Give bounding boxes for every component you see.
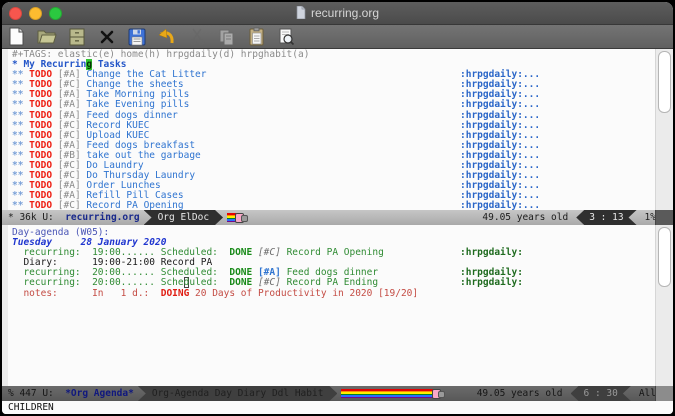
text-segment: Record PA Opening xyxy=(287,247,384,258)
titlebar[interactable]: recurring.org xyxy=(2,2,673,25)
new-file-icon[interactable] xyxy=(6,27,27,47)
modeline-agenda: % 447 U: *Org Agenda* Org-Agenda Day Dia… xyxy=(2,386,673,401)
modeline-status-2: % 447 U: xyxy=(2,388,65,399)
paste-icon[interactable] xyxy=(246,27,267,47)
save-icon[interactable] xyxy=(126,27,147,47)
agenda-buffer-window[interactable]: Day-agenda (W05):Tuesday 28 January 2020… xyxy=(2,225,673,386)
scrollbar-track-bottom[interactable] xyxy=(655,225,673,386)
text-segment: :hrpgdaily: xyxy=(460,248,523,258)
text-segment: DONE xyxy=(229,247,258,258)
text-segment: Record PA Opening xyxy=(86,200,183,210)
text-segment: :hrpgdaily: xyxy=(460,278,523,288)
close-buffer-icon[interactable] xyxy=(96,27,117,47)
scrollbar-thumb-top[interactable] xyxy=(658,51,671,113)
org-buffer-window[interactable]: #+TAGS: elastic(e) home(h) hrpgdaily(d) … xyxy=(2,49,673,210)
scrollbar-thumb-bottom[interactable] xyxy=(658,227,671,287)
search-icon[interactable] xyxy=(276,27,297,47)
modeline-status: * 36k U: xyxy=(2,212,65,223)
window-title: recurring.org xyxy=(311,6,379,20)
text-segment: [#C] xyxy=(258,247,287,258)
cut-icon[interactable] xyxy=(186,27,207,47)
modeline-position-2: 6 : 30 xyxy=(571,386,631,401)
modeline-position: 3 : 13 xyxy=(576,210,636,225)
modeline-buffer-name[interactable]: recurring.org xyxy=(65,212,139,223)
scrollbar-track-top[interactable] xyxy=(655,49,673,210)
modeline-modes[interactable]: Org ElDoc xyxy=(144,210,223,225)
dired-icon[interactable] xyxy=(66,27,87,47)
open-folder-icon[interactable] xyxy=(36,27,57,47)
buffer-line[interactable]: ** TODO [#C] Record PA Opening :hrpgdaily… xyxy=(8,201,651,210)
nyan-cat-icon-2 xyxy=(341,389,445,399)
toolbar xyxy=(2,25,673,49)
buffer-line[interactable]: notes: In 1 d.: DOING 20 Days of Product… xyxy=(8,289,651,299)
text-segment: DOING xyxy=(161,288,195,299)
modeline-buffer-name-2[interactable]: *Org Agenda* xyxy=(65,388,134,399)
nyan-cat-icon xyxy=(227,213,248,223)
modeline-modes-2[interactable]: Org-Agenda Day Diary Ddl Habit xyxy=(138,386,338,401)
org-buffer-lines: #+TAGS: elastic(e) home(h) hrpgdaily(d) … xyxy=(8,50,651,210)
modeline-org-buffer: * 36k U: recurring.org Org ElDoc 49.05 y… xyxy=(2,210,673,225)
modeline-age: 49.05 years old xyxy=(482,212,568,223)
text-segment: TODO xyxy=(29,200,58,210)
undo-icon[interactable] xyxy=(156,27,177,47)
text-segment: notes: In 1 d.: xyxy=(12,288,161,299)
text-segment: 20 Days of Productivity in 2020 [19/20] xyxy=(195,288,418,299)
agenda-buffer-lines: Day-agenda (W05):Tuesday 28 January 2020… xyxy=(8,228,651,299)
modeline-age-2: 49.05 years old xyxy=(477,388,563,399)
modeline-end-block-2 xyxy=(655,386,673,401)
echo-message: CHILDREN xyxy=(8,402,54,413)
document-icon xyxy=(296,4,306,23)
text-segment: [#C] xyxy=(58,200,87,210)
emacs-window: recurring.org xyxy=(0,0,675,416)
echo-area[interactable]: CHILDREN xyxy=(2,401,673,414)
modeline-percent-2: All xyxy=(639,388,656,399)
copy-icon[interactable] xyxy=(216,27,237,47)
text-segment: :hrpgdaily:... xyxy=(460,201,540,210)
modeline-end-block xyxy=(655,210,673,225)
text-segment: ** xyxy=(12,200,29,210)
